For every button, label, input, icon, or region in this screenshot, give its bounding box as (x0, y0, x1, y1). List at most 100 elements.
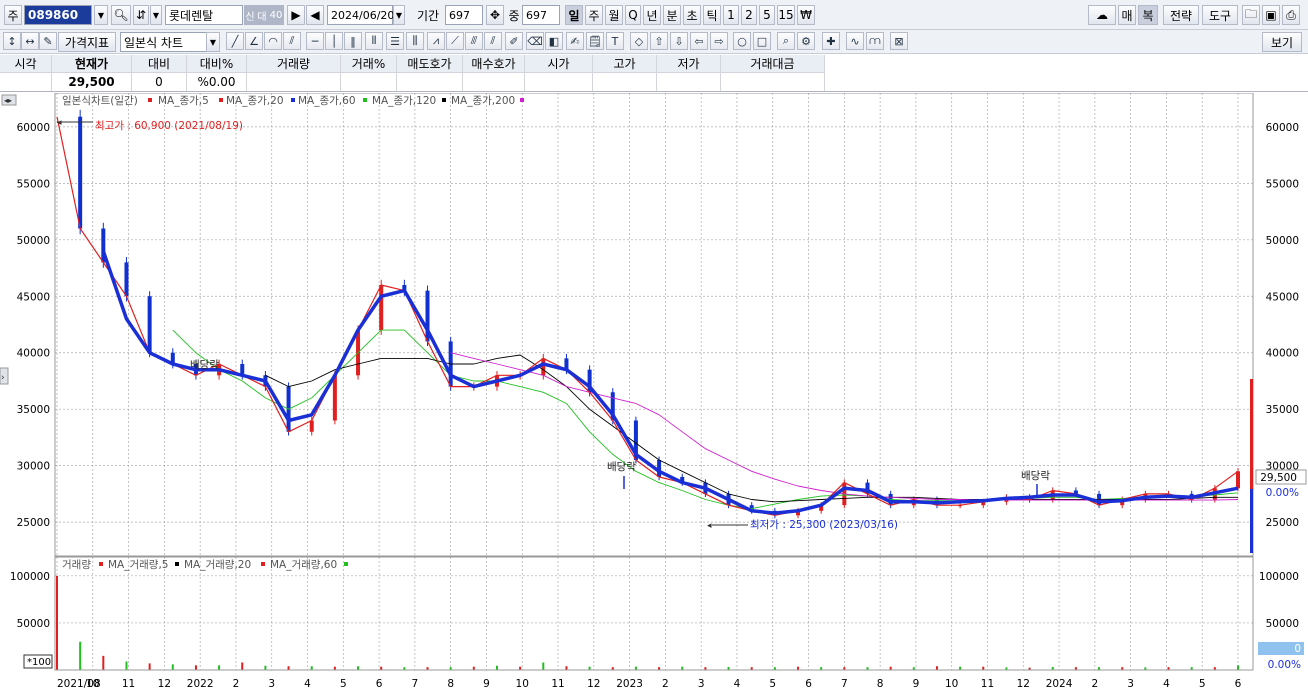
time-tick: 2022 (187, 678, 214, 690)
gann-grid-icon[interactable]: ⫼ (406, 32, 424, 50)
shape-icon[interactable]: ◇ (630, 32, 648, 50)
brush-icon[interactable]: ✍ (566, 32, 584, 50)
sort-dropdown-icon[interactable]: ▼ (150, 5, 162, 25)
indicator-button[interactable]: 가격지표 (58, 32, 116, 52)
color-icon[interactable]: ◧ (545, 32, 563, 50)
period-input[interactable]: 697 (445, 5, 483, 25)
zoom-icon[interactable]: ⌕ (777, 32, 795, 50)
stock-code-input[interactable]: 089860 (24, 5, 92, 25)
side-collapse-icon[interactable]: › (1, 373, 5, 383)
period-quarter-button[interactable]: Q (625, 5, 641, 25)
count-input[interactable]: 697 (522, 5, 560, 25)
interval-2-button[interactable]: 2 (741, 5, 757, 25)
interval-15-button[interactable]: 15 (777, 5, 795, 25)
edit-icon[interactable]: ✎ (39, 32, 57, 50)
date-dropdown-icon[interactable]: ▼ (393, 5, 405, 25)
down-arrow-icon[interactable]: ⇩ (670, 32, 688, 50)
fan-line-icon[interactable]: ⫽ (283, 32, 301, 50)
quote-header-high: 고가 (593, 55, 657, 73)
vertical-line-icon[interactable]: │ (325, 32, 343, 50)
quote-change-value: 0 (132, 73, 187, 91)
stock-chart[interactable]: 25000 2500030000 3000035000 3500040000 40000… (0, 92, 1308, 690)
volume-bar (565, 666, 568, 670)
delete-all-icon[interactable]: ⊠ (890, 32, 908, 50)
note-icon[interactable]: 🗒 (586, 32, 604, 50)
print-icon[interactable]: ⎙ (1282, 5, 1300, 25)
legend-vol-ma20: MA_거래량,20 (184, 559, 251, 571)
left-arrow-icon[interactable]: ⇦ (690, 32, 708, 50)
legend-vol-ma5: MA_거래량,5 (108, 559, 169, 571)
chart-area[interactable]: 25000 25000 30000 30000 35000 35000 40000 40000… (0, 92, 1308, 690)
strategy-button[interactable]: 전략 (1163, 5, 1199, 25)
panel-toggle-icon[interactable]: ◂▸ (4, 96, 12, 105)
tools-button[interactable]: 도구 (1202, 5, 1238, 25)
cloud-icon[interactable]: ☁ (1088, 5, 1116, 25)
period-week-button[interactable]: 주 (585, 5, 603, 25)
zoom-settings-icon[interactable]: ⚙ (797, 32, 815, 50)
pattern-icon[interactable]: ⩋ (866, 32, 884, 50)
save-icon[interactable]: ▣ (1262, 5, 1280, 25)
market-select[interactable]: 주 (4, 5, 22, 25)
period-tick-button[interactable]: 틱 (703, 5, 721, 25)
volume-bar (171, 664, 174, 670)
code-dropdown-icon[interactable]: ▼ (94, 5, 108, 25)
parallel-icon[interactable]: ⫽ (484, 32, 502, 50)
channel-icon[interactable]: ⫻ (465, 32, 483, 50)
time-tick: 2 (1092, 678, 1099, 690)
eraser-icon[interactable]: ⌫ (526, 32, 544, 50)
pitchfork-icon[interactable]: ⟋ (446, 32, 464, 50)
quote-change-pct-value: %0.00 (187, 73, 247, 91)
chart-type-dropdown-icon[interactable]: ▼ (206, 32, 220, 52)
quote-high-value (593, 73, 657, 91)
right-arrow-icon[interactable]: ⇨ (710, 32, 728, 50)
text-icon[interactable]: T (606, 32, 624, 50)
next-arrow-icon[interactable]: ▶ (287, 5, 305, 25)
quote-low-value (657, 73, 721, 91)
fibonacci-time-icon[interactable]: ⦀ (365, 32, 383, 50)
wave-icon[interactable]: ∿ (846, 32, 864, 50)
period-minute-button[interactable]: 분 (663, 5, 681, 25)
pen-icon[interactable]: ✐ (505, 32, 523, 50)
trendline-icon[interactable]: ╱ (226, 32, 244, 50)
date-input[interactable]: 2024/06/20 (327, 5, 394, 25)
prev-arrow-icon[interactable]: ◀ (306, 5, 324, 25)
view-button[interactable]: 보기 (1262, 32, 1302, 52)
sort-icon[interactable]: ⇵ (133, 5, 149, 25)
low-price-annotation: 최저가 : 25,300 (2023/03/16) (750, 519, 898, 531)
up-arrow-icon[interactable]: ⇧ (650, 32, 668, 50)
cycle-lines-icon[interactable]: ‖ (344, 32, 362, 50)
volume-bar (287, 666, 290, 670)
fibonacci-retracement-icon[interactable]: ☰ (386, 32, 404, 50)
horizontal-line-icon[interactable]: ─ (306, 32, 324, 50)
currency-button[interactable]: ₩ (797, 5, 815, 25)
interval-5-button[interactable]: 5 (759, 5, 775, 25)
folder-icon[interactable]: 🗀 (1242, 5, 1260, 25)
period-month-button[interactable]: 월 (605, 5, 623, 25)
buy-button[interactable]: 매 (1118, 5, 1136, 25)
crosshair-icon[interactable]: ✚ (822, 32, 840, 50)
angle-line-icon[interactable]: ∠ (245, 32, 263, 50)
time-tick: 10 (945, 678, 958, 690)
margin-badge: 대 (256, 5, 268, 25)
circle-icon[interactable]: ○ (733, 32, 751, 50)
time-tick: 3 (1127, 678, 1134, 690)
multi-button[interactable]: 복 (1138, 5, 1158, 25)
move-icon[interactable]: ✥ (486, 5, 504, 25)
volume-multiplier: *100 (27, 657, 51, 668)
interval-1-button[interactable]: 1 (723, 5, 739, 25)
arc-icon[interactable]: ◠ (264, 32, 282, 50)
search-icon[interactable]: 🔍︎ (111, 5, 131, 25)
period-year-button[interactable]: 년 (643, 5, 661, 25)
volume-tick-left: 100000 (10, 571, 50, 583)
vertical-resize-icon[interactable]: ↕ (3, 32, 21, 50)
rectangle-icon[interactable]: □ (753, 32, 771, 50)
period-day-button[interactable]: 일 (565, 5, 583, 25)
speed-lines-icon[interactable]: ⩘ (427, 32, 445, 50)
period-second-button[interactable]: 초 (683, 5, 701, 25)
horizontal-resize-icon[interactable]: ↔ (21, 32, 39, 50)
chart-type-select[interactable]: 일본식 차트 (120, 32, 210, 52)
volume-bar (194, 665, 197, 670)
volume-bar (1237, 665, 1239, 670)
quote-header-low: 저가 (657, 55, 721, 73)
svg-text:◂: ◂ (707, 521, 712, 531)
